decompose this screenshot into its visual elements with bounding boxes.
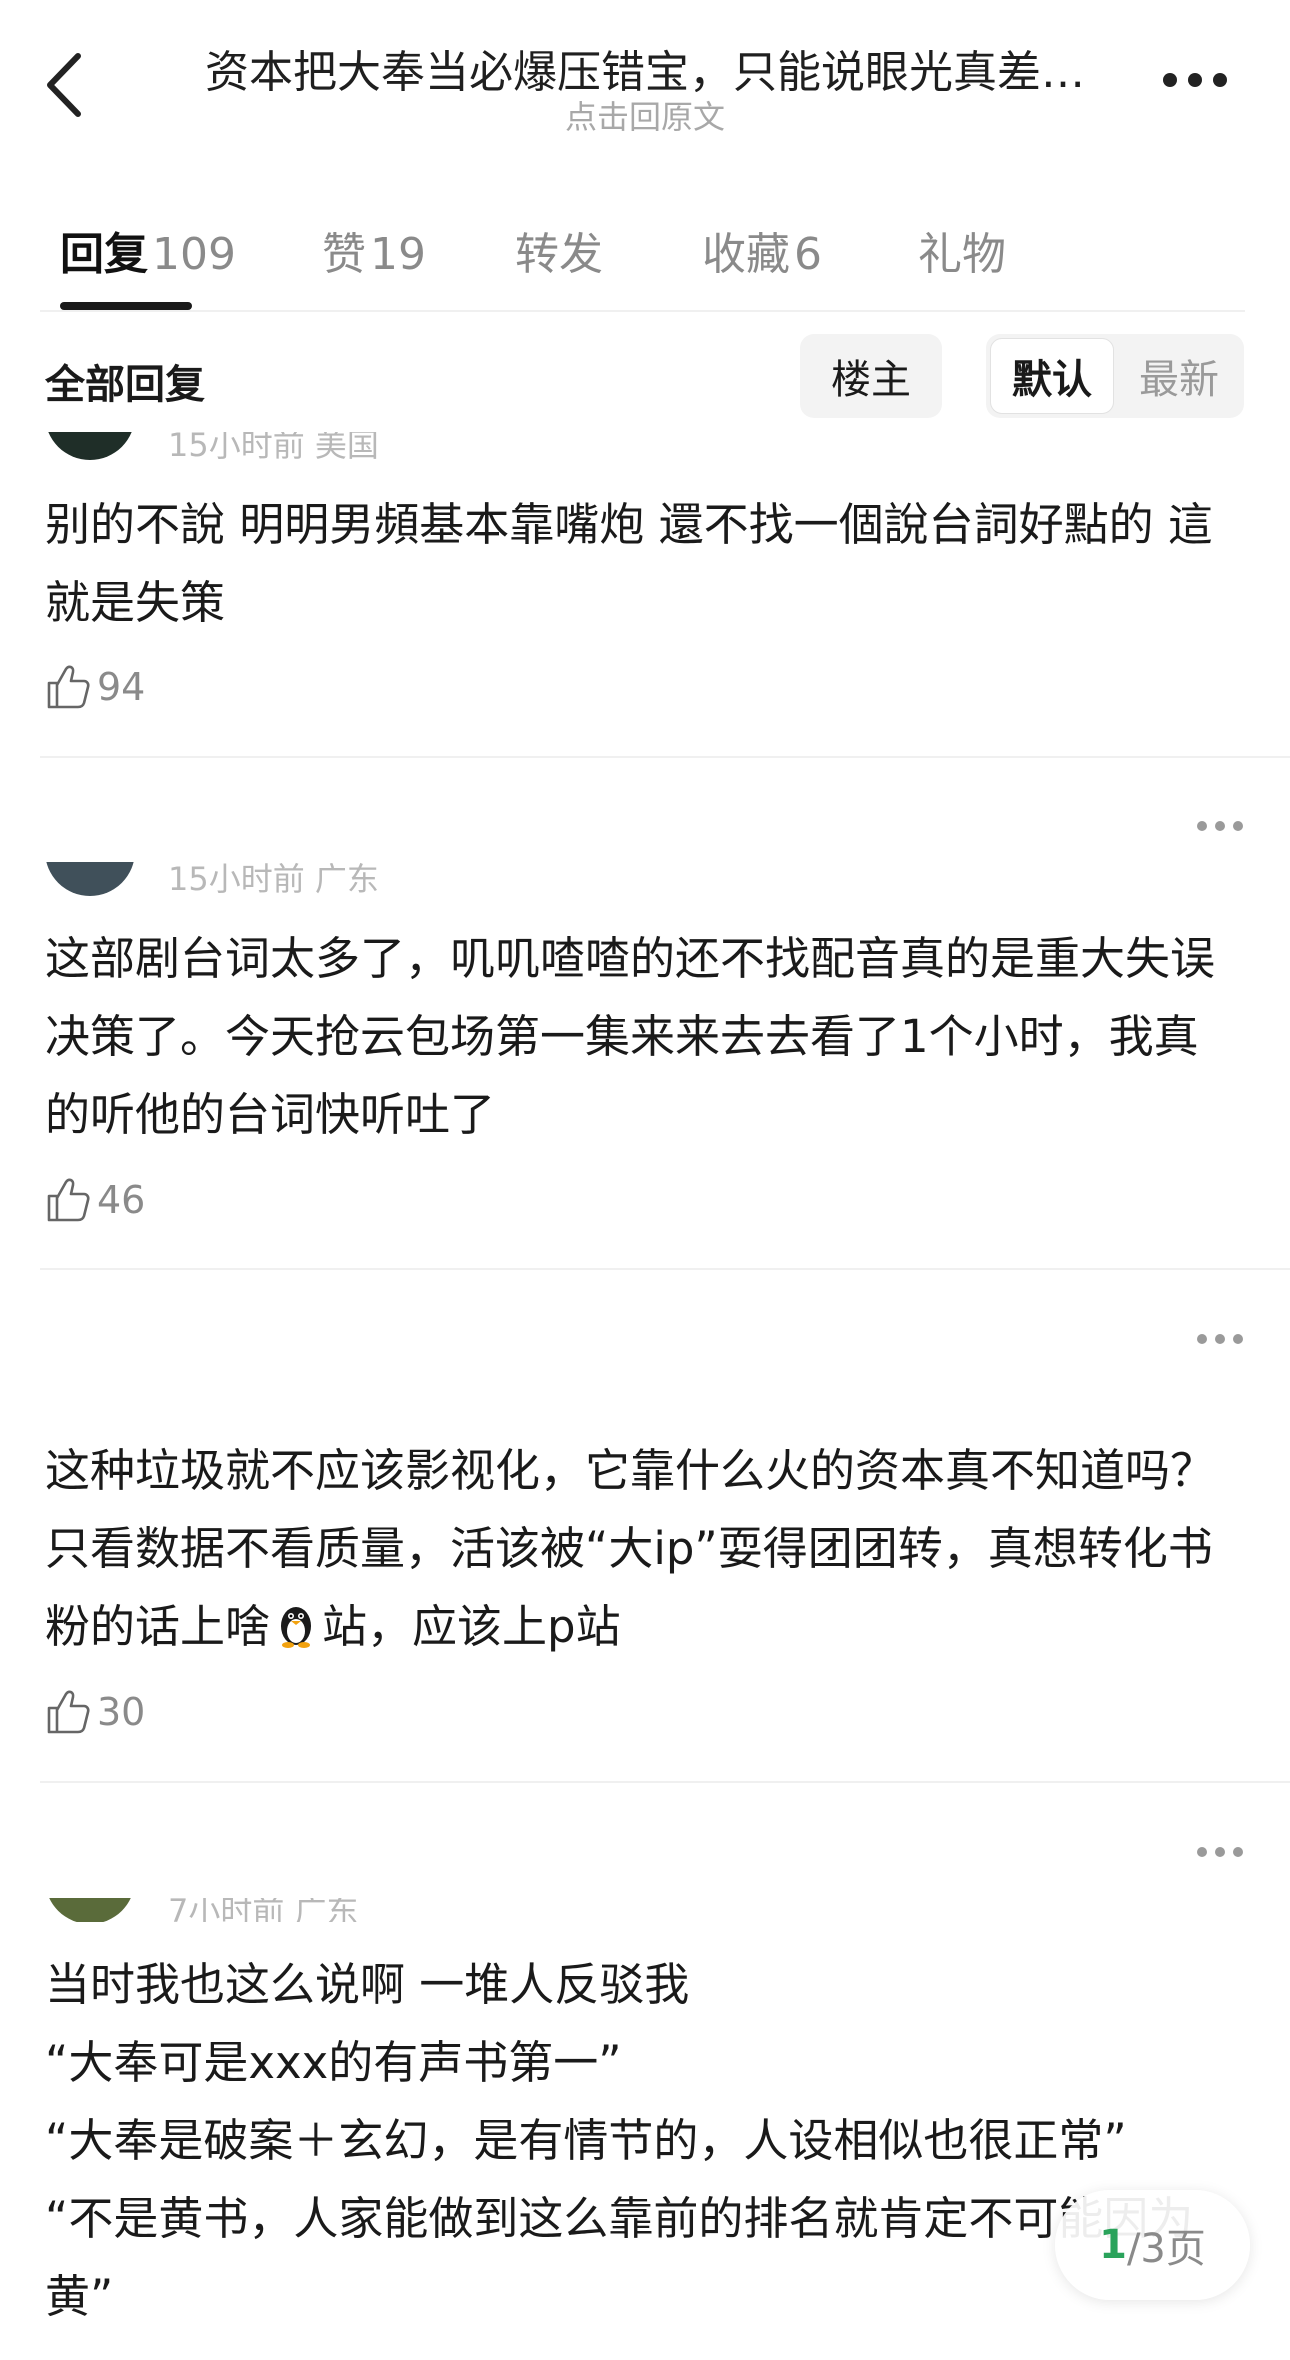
tab-label: 回复 <box>60 229 148 280</box>
all-replies-label: 全部回复 <box>45 362 205 408</box>
like-count: 94 <box>97 665 146 709</box>
divider <box>40 1781 1290 1783</box>
post-title[interactable]: 资本把大奉当必爆压错宝，只能说眼光真差… <box>150 36 1140 100</box>
comment-line: “大奉可是xxx的有声书第一” <box>45 2036 622 2089</box>
like-count: 46 <box>97 1178 146 1222</box>
tab-label: 转发 <box>515 229 603 280</box>
current-page: 1 <box>1099 2222 1127 2268</box>
tab-label: 收藏 <box>702 229 790 280</box>
comment-text-part: 站，应该上p站 <box>322 1600 621 1653</box>
more-dots-icon <box>1197 1334 1243 1344</box>
back-button[interactable] <box>40 50 90 120</box>
comment-text: 这部剧台词太多了，叽叽喳喳的还不找配音真的是重大失误决策了。今天抢云包场第一集来… <box>45 932 1216 1141</box>
page-indicator[interactable]: 1/3页 <box>1055 2190 1250 2300</box>
tab-count: 19 <box>370 229 426 280</box>
op-only-button[interactable]: 楼主 <box>800 334 942 418</box>
comment-text-part: 这种垃圾就不应该影视化，它靠什么火的资本真不知道吗？只看数据不看质量，活该被“大… <box>45 1444 1216 1653</box>
like-button[interactable]: 30 <box>45 1687 145 1737</box>
divider <box>40 1268 1290 1270</box>
comment-header-clipped: 7小时前 广东 <box>40 1898 1290 1922</box>
tab-count: 6 <box>794 229 822 280</box>
tab-label: 礼物 <box>918 229 1006 280</box>
comment-meta: 7小时前 广东 <box>168 1898 359 1922</box>
tab-count: 109 <box>152 229 236 280</box>
comment-line: 当时我也这么说啊 一堆人反驳我 <box>45 1958 690 2011</box>
more-dots-icon <box>1197 821 1243 831</box>
comment-more-button[interactable] <box>1195 818 1245 832</box>
total-pages: /3页 <box>1126 2226 1206 2272</box>
active-tab-indicator <box>60 302 192 310</box>
tab-replies[interactable]: 回复109 <box>60 218 236 282</box>
more-dots-icon <box>1163 73 1227 87</box>
tab-reposts[interactable]: 转发 <box>515 218 603 282</box>
like-button[interactable]: 94 <box>45 662 145 712</box>
chevron-left-icon <box>47 53 81 117</box>
avatar[interactable] <box>45 1898 135 1922</box>
thumbs-up-icon <box>47 1690 90 1734</box>
tab-likes[interactable]: 赞19 <box>322 218 426 282</box>
thumbs-up-icon <box>47 665 90 709</box>
sort-latest-button[interactable]: 最新 <box>1118 338 1240 414</box>
comment-meta: 15小时前 广东 <box>168 862 379 898</box>
back-to-original-link[interactable]: 点击回原文 <box>150 92 1140 138</box>
tab-favorites[interactable]: 收藏6 <box>702 218 822 282</box>
comment-line: “大奉是破案＋玄幻，是有情节的，人设相似也很正常” <box>45 2114 1127 2167</box>
divider <box>40 756 1290 758</box>
more-options-button[interactable] <box>1160 70 1230 90</box>
penguin-emoji-icon <box>274 1594 318 1672</box>
comment-header-clipped: 15小时前 美国 <box>40 432 1290 460</box>
avatar[interactable] <box>45 862 135 896</box>
avatar[interactable] <box>45 432 135 460</box>
more-dots-icon <box>1197 1847 1243 1857</box>
divider <box>40 310 1245 312</box>
comment-meta: 15小时前 美国 <box>168 432 379 460</box>
comment-text: 别的不說 明明男頻基本靠嘴炮 還不找一個說台詞好點的 這就是失策 <box>45 498 1213 629</box>
comment-more-button[interactable] <box>1195 1331 1245 1345</box>
tab-gifts[interactable]: 礼物 <box>918 218 1006 282</box>
thumbs-up-icon <box>47 1178 90 1222</box>
comment-text: 这种垃圾就不应该影视化，它靠什么火的资本真不知道吗？只看数据不看质量，活该被“大… <box>45 1432 1240 1672</box>
comment-more-button[interactable] <box>1195 1844 1245 1858</box>
tab-label: 赞 <box>322 229 366 280</box>
sort-default-button[interactable]: 默认 <box>990 338 1114 414</box>
like-count: 30 <box>97 1690 146 1734</box>
comment-header-clipped: 15小时前 广东 <box>40 862 1290 898</box>
like-button[interactable]: 46 <box>45 1175 145 1225</box>
